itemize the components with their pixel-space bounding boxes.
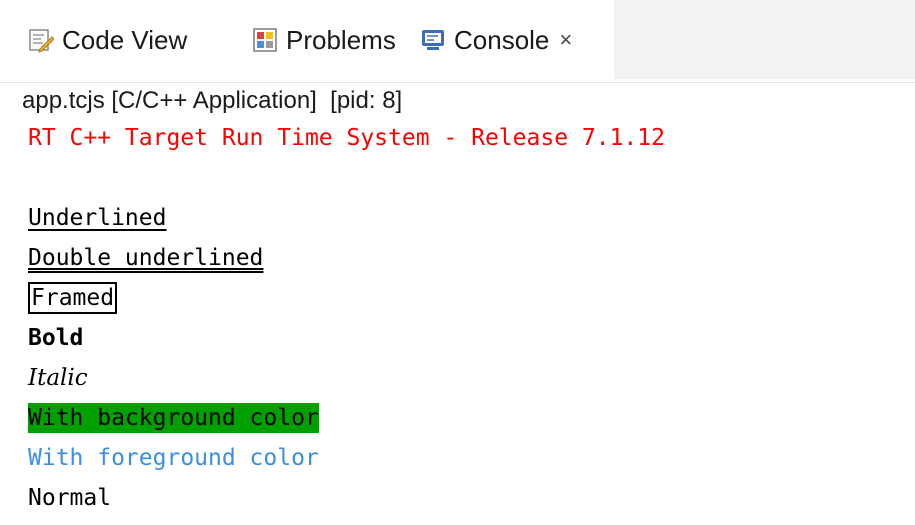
console-line-framed-text: Framed xyxy=(28,282,118,314)
tab-problems-label: Problems xyxy=(286,24,396,55)
tab-console[interactable]: Console × xyxy=(420,15,610,65)
tab-bar: Code View Problems Console × xyxy=(0,0,915,82)
close-icon[interactable]: × xyxy=(559,29,572,51)
console-line-header: RT C++ Target Run Time System - Release … xyxy=(28,118,908,158)
console-view: Code View Problems Console × app.tcjs [C… xyxy=(0,0,915,525)
console-line-normal-text: Normal xyxy=(28,485,112,511)
tab-code-view-label: Code View xyxy=(62,24,188,55)
console-line-bold: Bold xyxy=(28,318,908,358)
console-icon xyxy=(420,27,446,53)
console-line-bold-text: Bold xyxy=(28,325,84,351)
tab-console-label: Console xyxy=(454,24,550,55)
console-line-double-underlined-text: Double underlined xyxy=(28,245,264,271)
console-line-underlined-text: Underlined xyxy=(28,205,167,231)
console-line-foreground-color-text: With foreground color xyxy=(28,445,319,471)
console-line-header-text: RT C++ Target Run Time System - Release … xyxy=(28,125,665,151)
console-line-italic: Italic xyxy=(28,358,908,398)
console-line-normal: Normal xyxy=(28,478,908,518)
console-line-italic-text: Italic xyxy=(28,365,88,391)
console-line-double-underlined: Double underlined xyxy=(28,238,908,278)
console-line-background-color: With background color xyxy=(28,398,908,438)
console-line-background-color-text: With background color xyxy=(28,403,319,433)
code-view-icon xyxy=(28,27,55,53)
console-line-underlined: Underlined xyxy=(28,198,908,238)
tab-strip-empty-area xyxy=(614,0,915,79)
tab-code-view[interactable]: Code View xyxy=(28,15,246,65)
console-output[interactable]: RT C++ Target Run Time System - Release … xyxy=(28,118,908,518)
console-line-framed: Framed xyxy=(28,278,908,318)
problems-icon xyxy=(252,27,278,53)
tab-problems[interactable]: Problems xyxy=(252,15,410,65)
console-line-foreground-color: With foreground color xyxy=(28,438,908,478)
process-label: app.tcjs [C/C++ Application] [pid: 8] xyxy=(0,82,915,118)
